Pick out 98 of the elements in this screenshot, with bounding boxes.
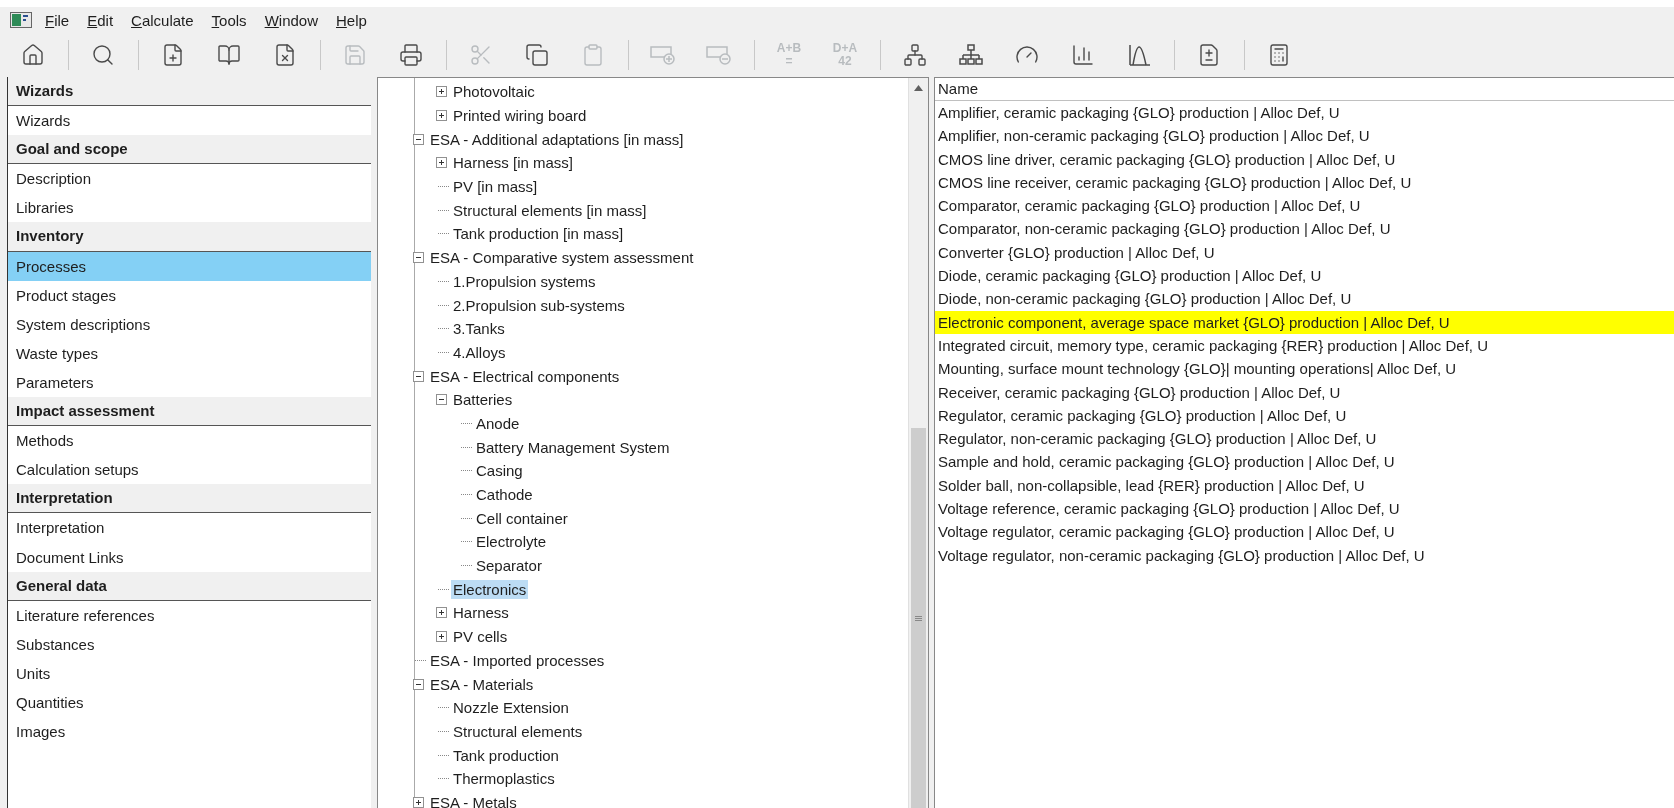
menu-item[interactable]: Calculate [122, 11, 203, 29]
tree-item[interactable]: Battery Management System [474, 437, 672, 457]
section-header: Wizards [8, 77, 371, 107]
list-row[interactable]: Amplifier, ceramic packaging {GLO} production | Alloc Def, U [935, 101, 1674, 125]
calculator-icon [1267, 43, 1291, 67]
expand-icon[interactable] [436, 631, 447, 643]
list-row[interactable]: Amplifier, non-ceramic packaging {GLO} production | Alloc Def, U [935, 124, 1674, 148]
grip-icon [915, 615, 922, 621]
copy-icon [525, 43, 549, 67]
collapse-icon[interactable] [413, 252, 424, 264]
scroll-up-icon[interactable] [914, 85, 923, 91]
list-row[interactable]: Integrated circuit, memory type, ceramic packaging {RER} production | Alloc Def, U [935, 333, 1674, 358]
expand-icon[interactable] [436, 157, 447, 169]
tree-item[interactable]: 2.Propulsion sub-systems [451, 295, 627, 315]
scrollbar-thumb[interactable] [911, 428, 926, 808]
tree-item[interactable]: Harness [in mass] [451, 153, 576, 173]
new-file-icon [161, 43, 185, 67]
tree-item[interactable]: Thermoplastics [451, 769, 557, 789]
tree-item[interactable]: Cathode [474, 485, 535, 505]
list-row[interactable]: Diode, non-ceramic packaging {GLO} production | Alloc Def, U [935, 287, 1674, 311]
home-icon [21, 43, 45, 67]
tree-item[interactable]: ESA - Comparative system assessment [428, 248, 696, 268]
tree-item[interactable]: Electrolyte [474, 532, 549, 552]
search-icon [91, 43, 115, 67]
expand-icon[interactable] [436, 110, 447, 122]
tree-item[interactable]: Printed wiring board [451, 106, 589, 126]
section-header: Goal and scope [8, 135, 371, 165]
app-icon [10, 12, 32, 28]
list-row[interactable]: Diode, ceramic packaging {GLO} production | Alloc Def, U [935, 264, 1674, 288]
list-row[interactable]: Voltage regulator, ceramic packaging {GLO} production | Alloc Def, U [935, 520, 1674, 544]
tree-item[interactable]: ESA - Metals [428, 792, 519, 808]
tree-item[interactable]: ESA - Materials [428, 674, 536, 694]
paste-icon [581, 43, 605, 67]
documents-icon [1197, 43, 1221, 67]
scrollbar[interactable] [908, 78, 928, 808]
curve-icon [1127, 43, 1151, 67]
tree-item[interactable]: ESA - Additional adaptations [in mass] [428, 129, 686, 149]
section-header: Interpretation [8, 484, 371, 514]
menu-item[interactable]: File [36, 11, 79, 29]
menu-item[interactable]: Window [255, 11, 327, 29]
tree-item[interactable]: PV cells [451, 627, 510, 647]
list-row[interactable]: Voltage regulator, non-ceramic packaging {GLO} production | Alloc Def, U [935, 543, 1674, 567]
save-icon [343, 43, 367, 67]
tree-item[interactable]: Structural elements [451, 721, 585, 741]
section-header: Inventory [8, 222, 371, 252]
menu-item[interactable]: Tools [202, 11, 256, 29]
sidebar-item[interactable]: Processes [8, 251, 371, 281]
collapse-icon[interactable] [436, 394, 447, 406]
list-row[interactable]: Sample and hold, ceramic packaging {GLO} production | Alloc Def, U [935, 450, 1674, 474]
collapse-icon[interactable] [413, 133, 424, 145]
tree-item[interactable]: Photovoltaic [451, 82, 537, 102]
collapse-icon[interactable] [413, 678, 424, 690]
tree-item[interactable]: Casing [474, 461, 525, 481]
column-header[interactable]: Name [935, 78, 1674, 101]
tree-item[interactable]: Anode [474, 413, 522, 433]
menu-item[interactable]: Help [327, 11, 376, 29]
list-row[interactable]: Electronic component, average space market {GLO} production | Alloc Def, U [935, 310, 1674, 334]
tree-item[interactable]: 4.Alloys [451, 342, 508, 362]
tree-item[interactable]: Cell container [474, 508, 570, 528]
network-icon [903, 43, 927, 67]
section-header: Impact assessment [8, 397, 371, 427]
expand-icon[interactable] [436, 607, 447, 619]
tree-item[interactable]: 1.Propulsion systems [451, 271, 598, 291]
menu-item[interactable]: Edit [78, 11, 123, 29]
list-row[interactable]: Regulator, ceramic packaging {GLO} production | Alloc Def, U [935, 403, 1674, 428]
tree-item[interactable]: Tank production [451, 745, 561, 765]
close-file-icon [273, 43, 297, 67]
tree-item[interactable]: Tank production [in mass] [451, 224, 626, 244]
tree-item[interactable]: ESA - Electrical components [428, 366, 622, 386]
list-row[interactable]: Mounting, surface mount technology {GLO}| mounting operations| Alloc Def, U [935, 357, 1674, 381]
expand-icon[interactable] [413, 796, 424, 808]
tree-item[interactable]: Structural elements [in mass] [451, 200, 649, 220]
list-row[interactable]: CMOS line receiver, ceramic packaging {GLO} production | Alloc Def, U [935, 170, 1674, 195]
add-row-icon [650, 43, 676, 67]
remove-row-icon [706, 43, 732, 67]
tree-item[interactable]: PV [in mass] [451, 177, 540, 197]
list-row[interactable]: Regulator, non-ceramic packaging {GLO} production | Alloc Def, U [935, 427, 1674, 451]
bar-chart-icon [1071, 43, 1095, 67]
list-row[interactable]: Comparator, non-ceramic packaging {GLO} production | Alloc Def, U [935, 217, 1674, 241]
list-row[interactable]: Converter {GLO} production | Alloc Def, U [935, 240, 1674, 265]
tree-item[interactable]: Nozzle Extension [451, 698, 571, 718]
tree-item[interactable]: Separator [474, 556, 544, 576]
list-row[interactable]: Solder ball, non-collapsible, lead {RER} production | Alloc Def, U [935, 473, 1674, 498]
book-icon [217, 43, 241, 67]
tree-item[interactable]: Electronics [451, 579, 529, 599]
list-row[interactable]: Comparator, ceramic packaging {GLO} production | Alloc Def, U [935, 194, 1674, 218]
list-row[interactable]: Receiver, ceramic packaging {GLO} production | Alloc Def, U [935, 380, 1674, 404]
section-header: General data [8, 571, 371, 601]
tree-item[interactable]: ESA - Imported processes [428, 650, 607, 670]
list-row[interactable]: Voltage reference, ceramic packaging {GLO} production | Alloc Def, U [935, 497, 1674, 521]
expand-icon[interactable] [436, 86, 447, 98]
hierarchy-icon [959, 43, 983, 67]
printer-icon [399, 43, 423, 67]
tree-item[interactable]: Batteries [451, 390, 515, 410]
collapse-icon[interactable] [413, 370, 424, 382]
tree-item[interactable]: Harness [451, 603, 511, 623]
tree-item[interactable]: 3.Tanks [451, 319, 507, 339]
list-row[interactable]: CMOS line driver, ceramic packaging {GLO} production | Alloc Def, U [935, 147, 1674, 171]
